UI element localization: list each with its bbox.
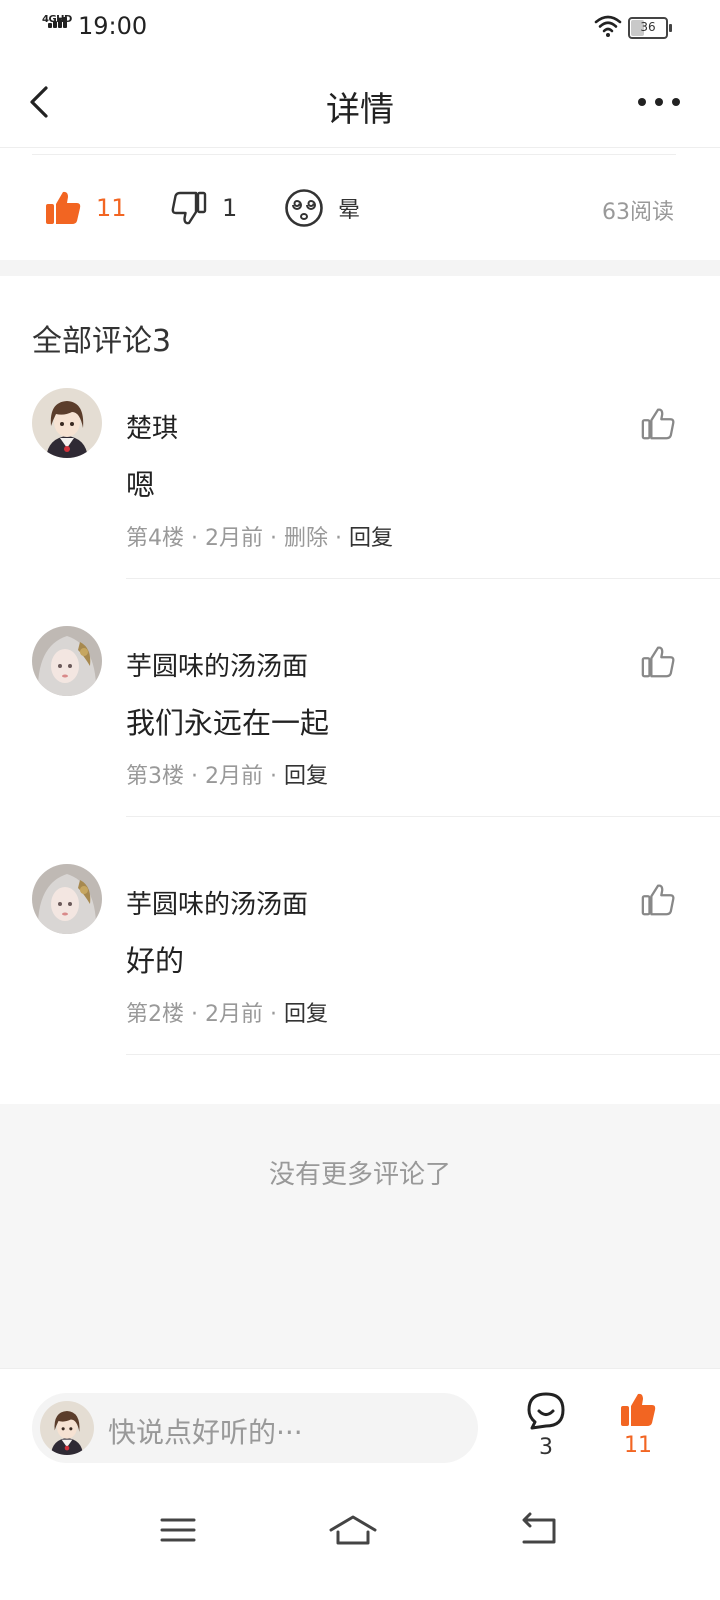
comment-item: 楚琪 嗯 第4楼 · 2月前 · 删除 · 回复: [0, 388, 720, 626]
system-nav-bar: [0, 1484, 720, 1600]
comment-floor: 第2楼: [126, 1002, 184, 1027]
thumbs-up-icon: [621, 1393, 656, 1426]
comment-floor: 第4楼: [126, 526, 184, 551]
dizzy-face-icon: [285, 189, 323, 227]
thumbs-up-icon[interactable]: [640, 406, 676, 442]
thumbs-up-icon[interactable]: [640, 882, 676, 918]
thumbs-down-icon: [171, 191, 207, 225]
comment-input[interactable]: 快说点好听的···: [32, 1393, 478, 1463]
comment-text: 好的: [126, 944, 185, 978]
comment-meta: 第3楼 · 2月前 · 回复: [126, 764, 329, 789]
comment-count: 3: [539, 1435, 553, 1460]
dizzy-label: 晕: [338, 198, 361, 223]
avatar[interactable]: [32, 626, 102, 696]
signal-icon: 4GHD: [42, 14, 74, 40]
reply-link[interactable]: 回复: [284, 764, 328, 789]
wifi-icon: [594, 15, 622, 37]
section-separator: [0, 260, 720, 276]
comment-button[interactable]: 3: [516, 1391, 576, 1471]
home-icon[interactable]: [328, 1510, 378, 1550]
like-button[interactable]: 11: [44, 186, 127, 230]
divider: [126, 578, 720, 579]
back-icon[interactable]: [514, 1510, 564, 1550]
no-more-comments-text: 没有更多评论了: [268, 1160, 451, 1190]
avatar: [40, 1401, 94, 1455]
reaction-bar: 11 1 晕 63阅读: [0, 156, 720, 260]
page-title: 详情: [326, 90, 394, 130]
comment-author[interactable]: 芋圆味的汤汤面: [126, 646, 308, 683]
divider: [126, 816, 720, 817]
avatar[interactable]: [32, 864, 102, 934]
comment-item: 芋圆味的汤汤面 我们永远在一起 第3楼 · 2月前 · 回复: [0, 626, 720, 864]
bottom-comment-bar: 快说点好听的··· 3 11: [0, 1368, 720, 1484]
comment-author[interactable]: 楚琪: [126, 408, 178, 445]
no-more-comments-area: 没有更多评论了: [0, 1104, 720, 1368]
menu-icon[interactable]: [152, 1510, 202, 1550]
comment-input-placeholder: 快说点好听的···: [108, 1416, 303, 1449]
thumbs-up-icon[interactable]: [640, 644, 676, 680]
comment-meta: 第4楼 · 2月前 · 删除 · 回复: [126, 526, 394, 551]
battery-icon: 36: [628, 17, 672, 39]
comment-time: 2月前: [205, 764, 263, 789]
more-dots-icon[interactable]: [636, 92, 682, 112]
reply-link[interactable]: 回复: [284, 1002, 328, 1027]
like-button[interactable]: 11: [608, 1391, 668, 1471]
divider: [32, 154, 676, 155]
comment-text: 嗯: [126, 468, 156, 502]
comment-text: 我们永远在一起: [126, 706, 330, 740]
reply-link[interactable]: 回复: [349, 526, 393, 551]
like-count: 11: [624, 1433, 652, 1458]
comment-floor: 第3楼: [126, 764, 184, 789]
status-bar: 4GHD 19:00 36: [0, 0, 720, 56]
comment-meta: 第2楼 · 2月前 · 回复: [126, 1002, 329, 1027]
read-count: 63阅读: [602, 200, 674, 225]
battery-level: 36: [640, 20, 656, 34]
comment-time: 2月前: [205, 526, 263, 551]
comment-bubble-icon: [527, 1392, 565, 1430]
comment-author[interactable]: 芋圆味的汤汤面: [126, 884, 308, 921]
dizzy-button[interactable]: 晕: [284, 186, 360, 230]
avatar[interactable]: [32, 388, 102, 458]
comments-section-title: 全部评论3: [32, 324, 172, 359]
comment-item: 芋圆味的汤汤面 好的 第2楼 · 2月前 · 回复: [0, 864, 720, 1102]
dislike-button[interactable]: 1: [170, 186, 237, 230]
dislike-count: 1: [222, 194, 238, 222]
top-nav-bar: 详情: [0, 56, 720, 148]
comment-time: 2月前: [205, 1002, 263, 1027]
like-count: 11: [96, 194, 127, 222]
divider: [126, 1054, 720, 1055]
status-time: 19:00: [78, 12, 148, 40]
thumbs-up-icon: [46, 191, 81, 224]
delete-link[interactable]: 删除: [284, 526, 328, 551]
